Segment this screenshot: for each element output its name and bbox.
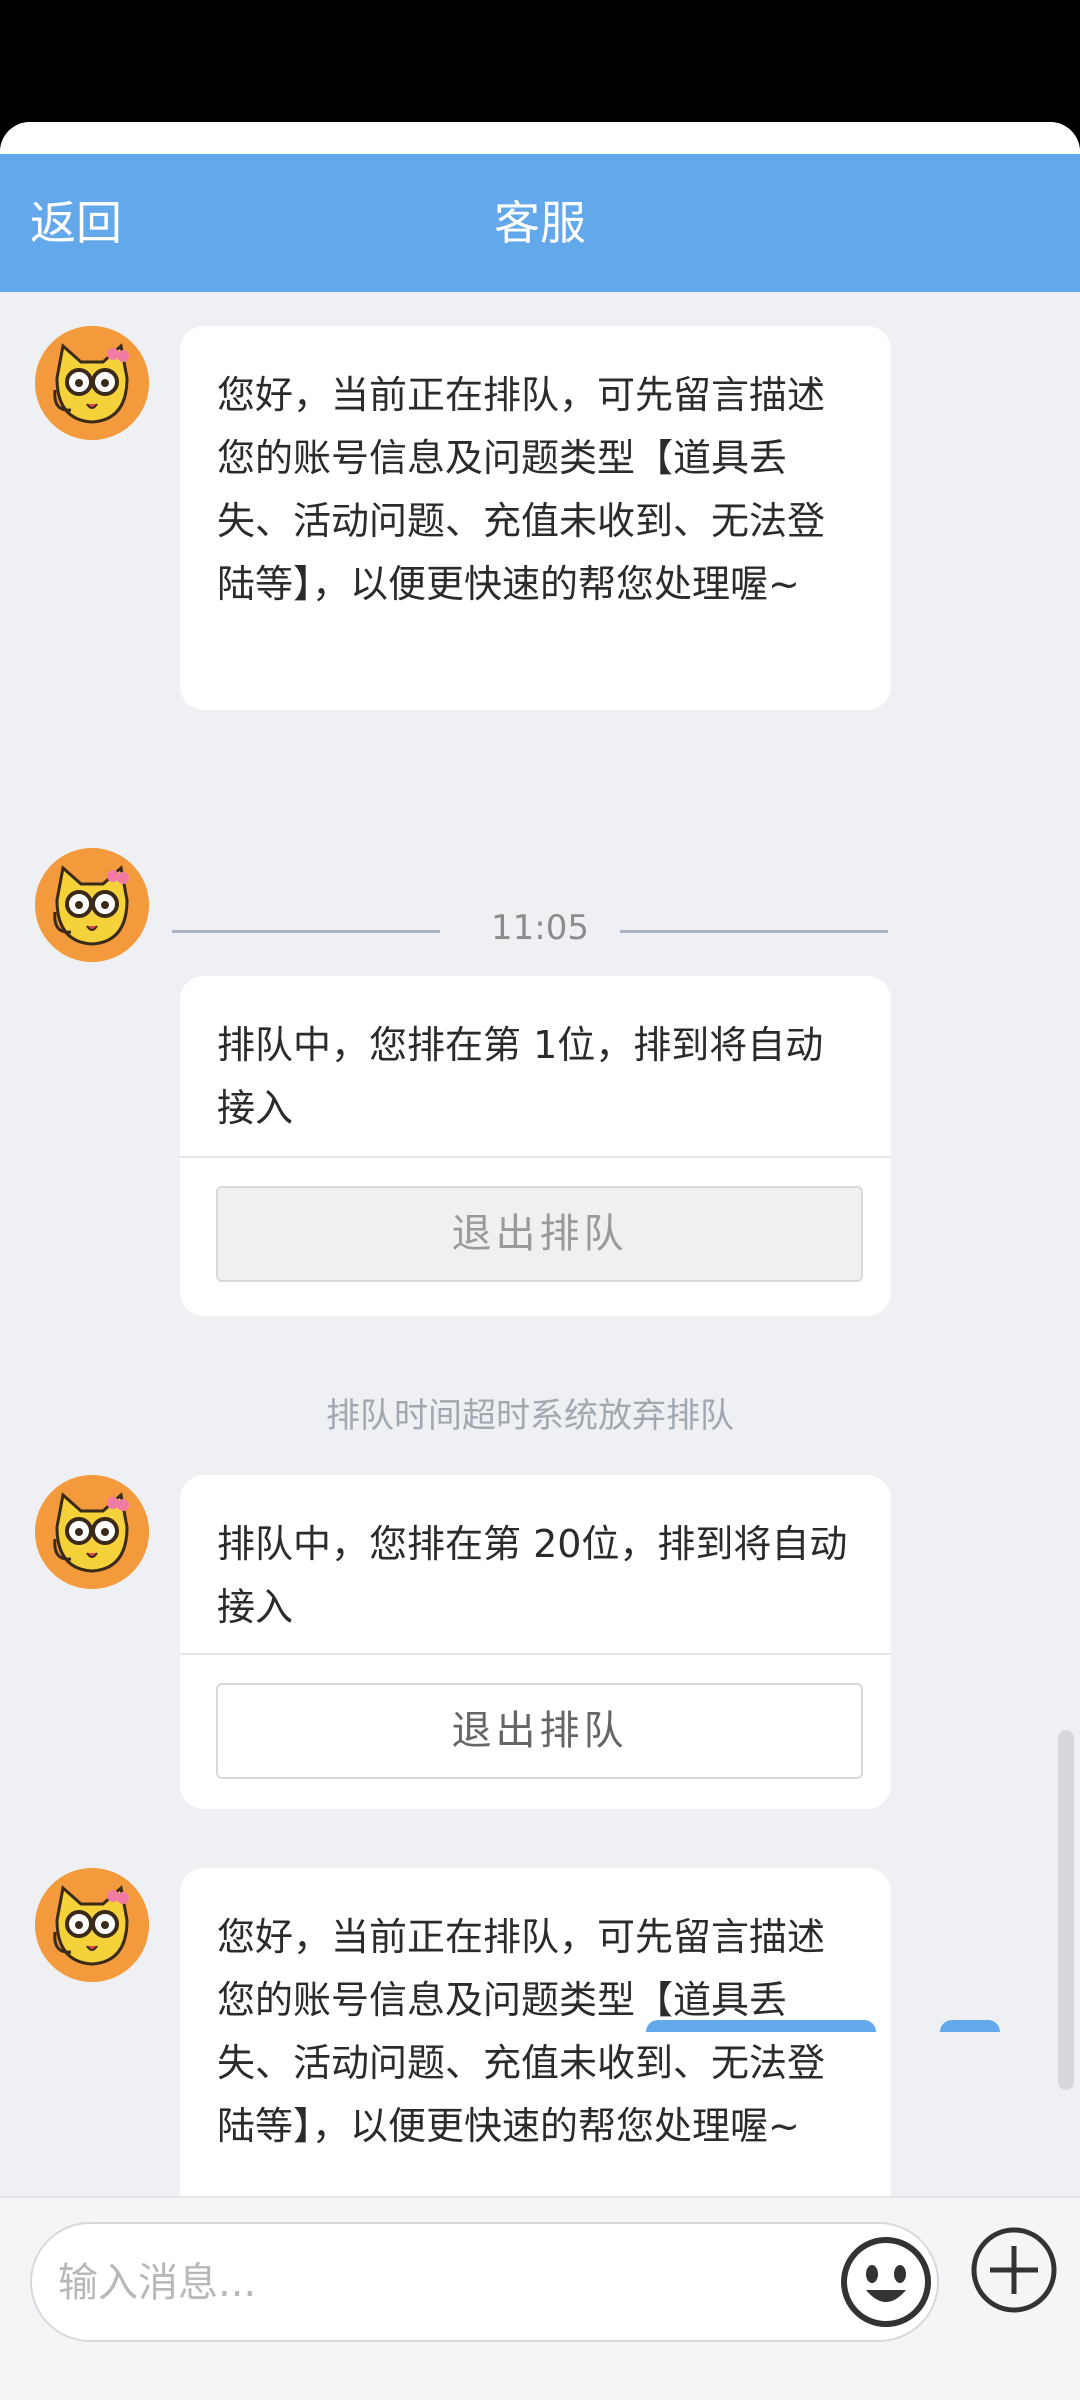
leave-queue-button[interactable]: 退出排队 [216, 1683, 863, 1779]
bubble-divider [180, 1653, 891, 1655]
time-stamp: 11:05 [491, 908, 589, 948]
header-bar: 客服 返回 [0, 154, 1080, 292]
queue-message-bubble: 排队中，您排在第 20位，排到将自动接入 退出排队 [180, 1475, 891, 1809]
message-list[interactable]: 您好，当前正在排队，可先留言描述您的账号信息及问题类型【道具丢失、活动问题、充值… [0, 292, 1080, 2196]
status-bar [0, 0, 1080, 122]
input-bar [0, 2196, 1080, 2400]
cat-agent-avatar-icon [35, 326, 149, 440]
message-input-box[interactable] [30, 2222, 939, 2342]
smiley-emoji-icon[interactable] [838, 2234, 934, 2330]
back-button[interactable]: 返回 [30, 154, 122, 292]
message-text: 排队中，您排在第 20位，排到将自动接入 [217, 1522, 848, 1629]
leave-queue-button[interactable]: 退出排队 [216, 1186, 863, 1282]
bubble-divider [180, 1156, 891, 1158]
system-message: 排队时间超时系统放弃排队 [326, 1396, 734, 1436]
chat-sheet: 客服 返回 您好，当前正在排队，可先留言描述您的账号信息及问题类型【道具丢失、活… [0, 122, 1080, 2400]
scrollbar[interactable] [1058, 1730, 1074, 2090]
cat-agent-avatar-icon [35, 1868, 149, 1982]
message-text: 您好，当前正在排队，可先留言描述您的账号信息及问题类型【道具丢失、活动问题、充值… [217, 373, 826, 606]
user-avatar-peek [940, 2020, 1000, 2032]
sheet-top-strip [0, 122, 1080, 154]
agent-message-bubble: 您好，当前正在排队，可先留言描述您的账号信息及问题类型【道具丢失、活动问题、充值… [180, 326, 891, 710]
message-input[interactable] [56, 2224, 840, 2342]
page-title: 客服 [494, 196, 586, 250]
agent-message-bubble: 您好，当前正在排队，可先留言描述您的账号信息及问题类型【道具丢失、活动问题、充值… [180, 1868, 891, 2196]
user-message-bubble-peek [646, 2020, 876, 2032]
cat-agent-avatar-icon [35, 848, 149, 962]
cat-agent-avatar-icon [35, 1475, 149, 1589]
queue-message-bubble: 排队中，您排在第 1位，排到将自动接入 退出排队 [180, 976, 891, 1316]
message-text: 排队中，您排在第 1位，排到将自动接入 [217, 1023, 824, 1130]
plus-circle-icon[interactable] [966, 2222, 1062, 2318]
